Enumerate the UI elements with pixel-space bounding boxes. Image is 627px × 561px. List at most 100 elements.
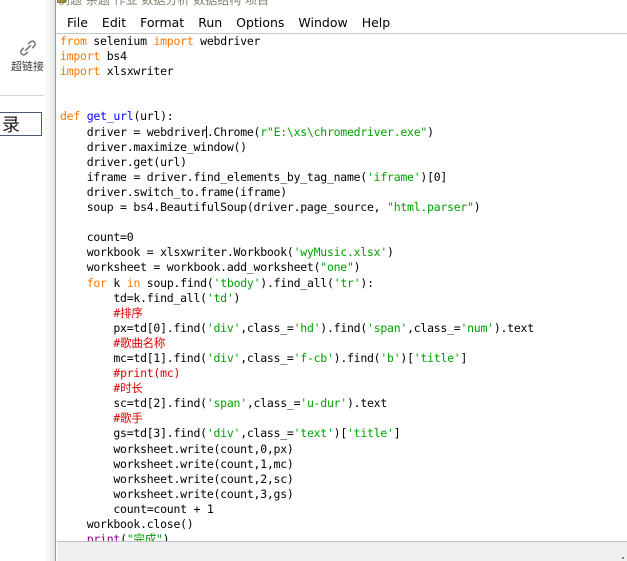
code-token-plain: ).text	[346, 396, 388, 411]
code-token-com: #排序	[113, 305, 143, 320]
code-token-plain: worksheet.write(count,1,mc)	[60, 456, 294, 471]
code-token-str: 'span'	[206, 396, 247, 411]
code-token-plain: soup.find(	[140, 275, 214, 290]
code-token-com: #歌手	[113, 411, 143, 426]
code-token-str: r"E:\xs\chromedriver.exe"	[260, 124, 428, 139]
code-token-plain: ).find(	[320, 320, 368, 335]
code-token-plain: td=k.find_all(	[60, 290, 207, 305]
code-token-kw: def	[60, 109, 81, 124]
code-token-kw: import	[60, 64, 101, 79]
code-token-str: 'span'	[367, 320, 408, 335]
code-token-plain: ):	[360, 275, 374, 290]
code-token-plain: worksheet.write(count,3,gs)	[60, 486, 294, 501]
code-token-plain: )	[387, 245, 394, 260]
code-token-plain: )[	[333, 426, 348, 441]
code-token-plain: webdriver	[193, 34, 261, 48]
code-token-kw: for	[86, 275, 107, 290]
spreadsheet-cell-text: 录	[2, 115, 20, 136]
code-token-str: 'title'	[347, 426, 394, 441]
menu-item-window[interactable]: Window	[291, 14, 354, 32]
code-token-plain: (	[120, 532, 127, 541]
status-bar	[57, 541, 627, 561]
code-token-bi: print	[86, 532, 121, 541]
code-token-plain: worksheet.write(count,0,px)	[60, 441, 294, 456]
menu-item-format[interactable]: Format	[133, 14, 191, 32]
code-token-plain: bs4	[100, 49, 127, 64]
code-token-str: "完成"	[126, 532, 163, 541]
code-token-str: 'td'	[206, 290, 234, 305]
code-token-plain: driver.maximize_window()	[60, 139, 247, 154]
code-token-str: 'title'	[413, 350, 461, 365]
code-token-str: "one"	[320, 260, 354, 275]
code-token-str: "html.parser"	[387, 200, 474, 215]
code-token-plain: )	[233, 290, 241, 305]
menu-item-file[interactable]: File	[60, 14, 95, 32]
code-token-plain: k	[106, 275, 127, 290]
code-token-plain: driver.switch_to.frame(iframe)	[60, 184, 287, 199]
code-token-plain: ,class_=	[240, 426, 294, 441]
window-edge-shadow	[44, 0, 55, 561]
code-token-str: 'tr'	[333, 275, 361, 290]
code-token-plain: )	[427, 124, 434, 139]
code-token-plain: ).find_all(	[260, 275, 334, 290]
code-token-str: 'div'	[206, 350, 241, 365]
code-token-plain: ).find(	[333, 350, 381, 365]
code-token-plain: mc=td[1].find(	[60, 350, 207, 365]
source-code[interactable]: from selenium import webdriver import bs…	[60, 34, 627, 541]
code-token-str: 'num'	[460, 320, 494, 335]
code-token-plain: )	[353, 260, 361, 275]
idle-editor-window: 例题 杂题 作业 数据分析 数据结构 项目 File Edit Format R…	[55, 0, 627, 561]
code-token-plain: worksheet.write(count,2,sc)	[60, 471, 294, 486]
code-token-com: #时长	[113, 381, 143, 396]
code-token-def: get_url	[86, 109, 134, 124]
code-token-str: 'wyMusic.xlsx'	[293, 245, 388, 260]
code-token-plain: iframe = driver.find_elements_by_tag_nam…	[60, 169, 368, 184]
code-token-plain: ,class_=	[407, 320, 461, 335]
code-token-str: 'div'	[206, 426, 241, 441]
code-token-str: 'b'	[380, 350, 401, 365]
code-token-plain: ).text	[493, 320, 534, 335]
code-token-plain: )	[162, 532, 170, 541]
code-editor-area[interactable]: from selenium import webdriver import bs…	[57, 34, 627, 541]
code-token-kw: import	[60, 49, 101, 64]
code-token-str: 'tbody'	[213, 275, 261, 290]
code-token-plain: .Chrome(	[206, 124, 261, 139]
menu-item-options[interactable]: Options	[229, 14, 291, 32]
code-token-plain: workbook = xlsxwriter.Workbook(	[60, 245, 294, 260]
code-token-str: 'text'	[293, 426, 334, 441]
code-token-plain: count=count + 1	[60, 501, 214, 516]
title-bar: 例题 杂题 作业 数据分析 数据结构 项目	[56, 0, 627, 12]
code-token-str: 'hd'	[293, 320, 321, 335]
code-token-plain: worksheet = workbook.add_worksheet(	[60, 260, 321, 275]
code-token-plain: selenium	[86, 34, 154, 48]
code-token-com: #歌曲名称	[113, 335, 166, 350]
menu-item-help[interactable]: Help	[355, 14, 398, 32]
code-token-plain: sc=td[2].find(	[60, 396, 207, 411]
menu-item-run[interactable]: Run	[191, 14, 229, 32]
code-token-plain: )[0]	[420, 169, 448, 184]
code-token-plain: workbook.close()	[60, 517, 194, 531]
code-token-plain: ,class_=	[246, 396, 301, 411]
code-token-str: 'div'	[206, 320, 241, 335]
code-token-kw: in	[126, 275, 141, 290]
menu-bar: File Edit Format Run Options Window Help	[56, 12, 627, 34]
code-token-str: 'u-dur'	[300, 396, 347, 411]
code-token-plain: (url):	[133, 109, 174, 124]
code-token-plain: ,class_=	[240, 320, 294, 335]
code-token-kw: from	[60, 34, 87, 48]
code-token-plain: px=td[0].find(	[60, 320, 207, 335]
code-token-str: 'f-cb'	[293, 350, 334, 365]
code-token-plain: )	[473, 200, 481, 215]
menu-item-edit[interactable]: Edit	[95, 14, 133, 32]
code-token-plain: driver = webdriver	[60, 124, 207, 139]
code-token-plain: count=0	[60, 230, 134, 245]
code-token-plain: soup = bs4.BeautifulSoup(driver.page_sou…	[60, 200, 388, 215]
code-token-plain: ,class_=	[240, 350, 294, 365]
